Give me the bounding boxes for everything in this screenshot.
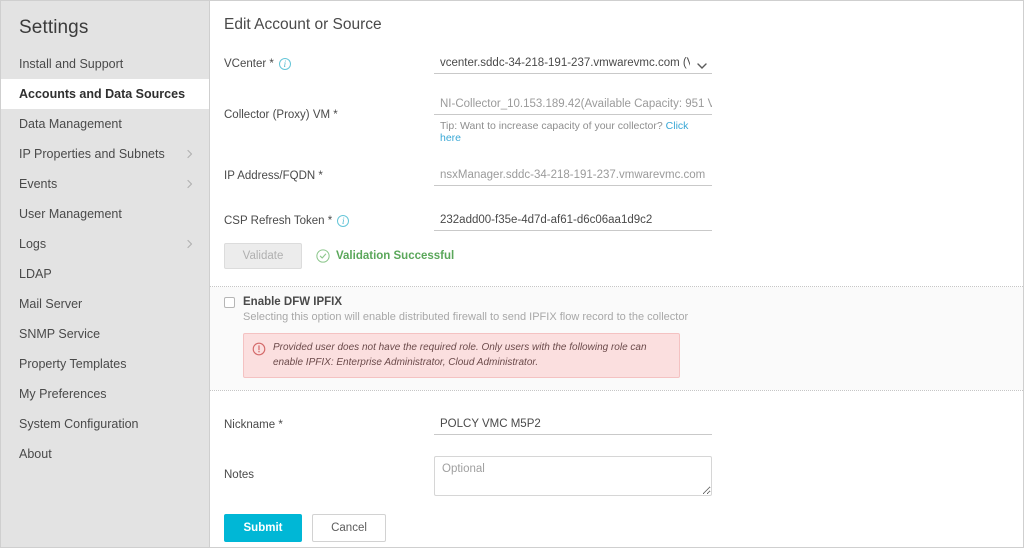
validate-button[interactable]: Validate — [224, 243, 302, 269]
ip-address-field-col — [434, 166, 930, 186]
sidebar-item-my-preferences[interactable]: My Preferences — [1, 379, 209, 409]
ipfix-section: Enable DFW IPFIX Selecting this option w… — [210, 287, 1023, 390]
vcenter-field-col — [434, 54, 930, 74]
chevron-right-icon — [185, 179, 195, 189]
vcenter-label: VCenter * — [224, 58, 274, 70]
csp-token-field-col — [434, 211, 930, 231]
sidebar-item-accounts-and-data-sources[interactable]: Accounts and Data Sources — [1, 79, 209, 109]
sidebar-item-logs[interactable]: Logs — [1, 229, 209, 259]
sidebar-item-about[interactable]: About — [1, 439, 209, 469]
enable-dfw-ipfix-checkbox[interactable] — [224, 296, 235, 308]
collector-tip: Tip: Want to increase capacity of your c… — [434, 115, 712, 144]
sidebar-item-label: Property Templates — [19, 357, 127, 371]
info-circle-icon[interactable]: i — [278, 58, 291, 70]
sidebar-item-install-and-support[interactable]: Install and Support — [1, 49, 209, 79]
csp-token-label-group: CSP Refresh Token * i — [224, 211, 434, 227]
ipfix-help-text: Selecting this option will enable distri… — [243, 311, 689, 323]
collector-field-col: Tip: Want to increase capacity of your c… — [434, 95, 930, 144]
sidebar-item-label: System Configuration — [19, 417, 139, 431]
sidebar-item-label: About — [19, 447, 52, 461]
vcenter-select[interactable] — [434, 54, 712, 74]
csp-token-label: CSP Refresh Token * — [224, 215, 333, 227]
sidebar-item-label: IP Properties and Subnets — [19, 147, 165, 161]
chevron-right-icon — [185, 149, 195, 159]
nickname-input[interactable] — [434, 415, 712, 435]
sidebar-item-label: Install and Support — [19, 57, 124, 71]
submit-button[interactable]: Submit — [224, 514, 302, 542]
sidebar-item-events[interactable]: Events — [1, 169, 209, 199]
chevron-right-icon — [185, 239, 195, 249]
sidebar-item-label: Events — [19, 177, 58, 191]
ip-address-label-group: IP Address/FQDN * — [224, 166, 434, 182]
ipfix-checkbox-row[interactable]: Enable DFW IPFIX — [224, 296, 1023, 308]
notes-textarea[interactable] — [434, 456, 712, 496]
check-circle-icon — [316, 249, 330, 263]
sidebar-nav-list: Install and Support Accounts and Data Sou… — [1, 49, 209, 469]
collector-label-group: Collector (Proxy) VM * — [224, 95, 434, 121]
ip-address-label: IP Address/FQDN * — [224, 170, 323, 182]
sidebar-item-ip-properties-and-subnets[interactable]: IP Properties and Subnets — [1, 139, 209, 169]
collector-label: Collector (Proxy) VM * — [224, 109, 338, 121]
collector-row: Collector (Proxy) VM * Tip: Want to incr… — [224, 74, 930, 144]
edit-account-form: VCenter * i Collector (Proxy) VM * — [210, 34, 930, 269]
sidebar-item-mail-server[interactable]: Mail Server — [1, 289, 209, 319]
sidebar-item-label: Data Management — [19, 117, 122, 131]
validation-status-text: Validation Successful — [336, 250, 455, 262]
meta-form: Nickname * Notes Submit Cancel — [210, 391, 930, 542]
ip-address-input[interactable] — [434, 166, 712, 186]
ip-address-row: IP Address/FQDN * — [224, 144, 930, 186]
sidebar-item-ldap[interactable]: LDAP — [1, 259, 209, 289]
nickname-wrap — [434, 415, 712, 435]
notes-field-col — [434, 456, 930, 496]
info-circle-icon[interactable]: i — [337, 215, 350, 227]
main-content: Edit Account or Source VCenter * i vcent… — [210, 1, 1023, 547]
notes-row: Notes — [224, 435, 930, 496]
sidebar-item-label: SNMP Service — [19, 327, 101, 341]
vcenter-select-wrap[interactable] — [434, 54, 712, 74]
nickname-row: Nickname * — [224, 391, 930, 435]
notes-label-group: Notes — [224, 456, 434, 481]
sidebar-item-label: Logs — [19, 237, 47, 251]
validation-status: Validation Successful — [316, 249, 454, 263]
vcenter-row: VCenter * i — [224, 34, 930, 74]
nickname-field-col — [434, 415, 930, 435]
sidebar-item-label: Mail Server — [19, 297, 83, 311]
sidebar-item-system-configuration[interactable]: System Configuration — [1, 409, 209, 439]
cancel-button[interactable]: Cancel — [312, 514, 386, 542]
sidebar-item-property-templates[interactable]: Property Templates — [1, 349, 209, 379]
sidebar-title: Settings — [19, 17, 89, 38]
settings-window: Settings Install and Support Accounts and… — [0, 0, 1024, 548]
sidebar-item-label: LDAP — [19, 267, 52, 281]
collector-input[interactable] — [434, 95, 712, 115]
sidebar-item-label: User Management — [19, 207, 122, 221]
sidebar-item-data-management[interactable]: Data Management — [1, 109, 209, 139]
error-circle-icon — [252, 342, 266, 356]
nickname-label-group: Nickname * — [224, 415, 434, 431]
ipfix-inner: Enable DFW IPFIX Selecting this option w… — [210, 296, 1023, 378]
sidebar-item-label: Accounts and Data Sources — [19, 87, 186, 101]
page-title: Edit Account or Source — [224, 16, 382, 33]
vcenter-label-group: VCenter * i — [224, 54, 434, 70]
ipfix-alert-text: Provided user does not have the required… — [273, 342, 647, 368]
form-actions: Submit Cancel — [224, 496, 930, 542]
settings-sidebar: Settings Install and Support Accounts and… — [1, 1, 210, 547]
collector-tip-text: Tip: Want to increase capacity of your c… — [440, 120, 663, 132]
csp-token-input[interactable] — [434, 211, 712, 231]
nickname-label: Nickname * — [224, 419, 283, 431]
sidebar-item-snmp-service[interactable]: SNMP Service — [1, 319, 209, 349]
validate-row: Validate Validation Successful — [224, 231, 930, 269]
ipfix-alert: Provided user does not have the required… — [243, 333, 680, 378]
sidebar-item-label: My Preferences — [19, 387, 107, 401]
csp-token-row: CSP Refresh Token * i — [224, 186, 930, 231]
sidebar-item-user-management[interactable]: User Management — [1, 199, 209, 229]
enable-dfw-ipfix-label: Enable DFW IPFIX — [243, 296, 343, 308]
notes-label: Notes — [224, 469, 255, 481]
